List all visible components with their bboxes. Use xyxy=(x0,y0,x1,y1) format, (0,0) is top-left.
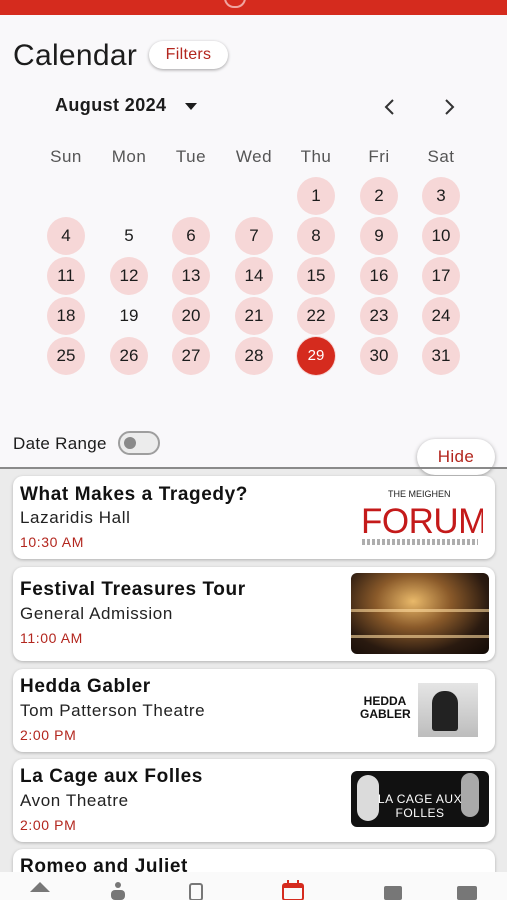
date-range-label: Date Range xyxy=(13,434,107,453)
event-title: Hedda Gabler xyxy=(20,676,151,697)
calendar-day[interactable]: 6 xyxy=(172,217,210,255)
event-venue: General Admission xyxy=(20,604,173,623)
top-app-bar xyxy=(0,0,507,15)
event-time: 2:00 PM xyxy=(20,727,77,743)
calendar-day[interactable]: 13 xyxy=(172,257,210,295)
event-card[interactable]: Hedda Gabler Tom Patterson Theatre 2:00 … xyxy=(13,669,495,752)
ticket-icon[interactable] xyxy=(184,880,208,900)
thumbnail-shelf xyxy=(351,609,489,612)
event-venue: Tom Patterson Theatre xyxy=(20,701,206,720)
toggle-knob xyxy=(124,437,136,449)
event-title: Festival Treasures Tour xyxy=(20,579,246,600)
event-time: 2:00 PM xyxy=(20,817,77,833)
calendar-day[interactable]: 10 xyxy=(422,217,460,255)
calendar-day[interactable]: 17 xyxy=(422,257,460,295)
weekday-mon: Mon xyxy=(111,147,147,166)
calendar-day[interactable]: 25 xyxy=(47,337,85,375)
calendar-day[interactable]: 27 xyxy=(172,337,210,375)
calendar-day[interactable]: 22 xyxy=(297,297,335,335)
event-venue: Lazaridis Hall xyxy=(20,508,131,527)
event-time: 11:00 AM xyxy=(20,630,83,646)
thumbnail-fine-print xyxy=(362,539,478,545)
thumbnail-title: LA CAGE AUX FOLLES xyxy=(377,792,463,820)
panel-divider xyxy=(0,467,507,469)
event-thumbnail: LA CAGE AUX FOLLES xyxy=(351,771,489,827)
event-time: 10:30 AM xyxy=(20,534,84,550)
event-card[interactable]: What Makes a Tragedy? Lazaridis Hall 10:… xyxy=(13,476,495,559)
calendar-day[interactable]: 20 xyxy=(172,297,210,335)
calendar-day[interactable]: 11 xyxy=(47,257,85,295)
weekday-thu: Thu xyxy=(300,147,332,166)
calendar-day[interactable]: 29 xyxy=(297,337,335,375)
calendar-day[interactable]: 4 xyxy=(47,217,85,255)
calendar-day[interactable]: 21 xyxy=(235,297,273,335)
weekday-fri: Fri xyxy=(368,147,390,166)
weekday-sat: Sat xyxy=(427,147,455,166)
calendar-day[interactable]: 30 xyxy=(360,337,398,375)
weekday-sun: Sun xyxy=(50,147,82,166)
event-thumbnail: THE MEIGHEN FORUM xyxy=(358,486,483,548)
filters-button[interactable]: Filters xyxy=(149,41,228,69)
calendar-day[interactable]: 9 xyxy=(360,217,398,255)
thumbnail-title: FORUM xyxy=(361,502,483,541)
calendar-day[interactable]: 3 xyxy=(422,177,460,215)
thumbnail-shelf xyxy=(351,635,489,638)
thumbnail-photo xyxy=(418,683,478,737)
calendar-day[interactable]: 8 xyxy=(297,217,335,255)
calendar-panel: Calendar Filters August 2024 Sun Mon Tue… xyxy=(0,15,507,475)
thumbnail-title: HEDDA GABLER xyxy=(360,694,411,721)
calendar-day[interactable]: 26 xyxy=(110,337,148,375)
event-card[interactable]: La Cage aux Folles Avon Theatre 2:00 PM … xyxy=(13,759,495,842)
calendar-day[interactable]: 14 xyxy=(235,257,273,295)
chevron-down-icon[interactable] xyxy=(185,103,197,110)
chevron-right-icon[interactable] xyxy=(437,95,461,119)
page-title: Calendar xyxy=(13,39,138,72)
calendar-day[interactable]: 1 xyxy=(297,177,335,215)
event-title: What Makes a Tragedy? xyxy=(20,484,249,505)
figure-silhouette xyxy=(432,691,458,731)
weekday-wed: Wed xyxy=(235,147,273,166)
info-icon[interactable] xyxy=(380,880,404,900)
calendar-day[interactable]: 7 xyxy=(235,217,273,255)
calendar-day[interactable]: 12 xyxy=(110,257,148,295)
event-card[interactable]: Festival Treasures Tour General Admissio… xyxy=(13,567,495,661)
event-thumbnail xyxy=(351,573,489,654)
chevron-left-icon[interactable] xyxy=(378,95,402,119)
home-icon[interactable] xyxy=(28,880,52,900)
calendar-day[interactable]: 28 xyxy=(235,337,273,375)
calendar-day[interactable]: 24 xyxy=(422,297,460,335)
date-range-toggle[interactable] xyxy=(118,431,160,455)
hide-button[interactable]: Hide xyxy=(417,439,495,475)
calendar-day[interactable]: 15 xyxy=(297,257,335,295)
month-label[interactable]: August 2024 xyxy=(55,95,166,116)
calendar-day[interactable]: 16 xyxy=(360,257,398,295)
weekday-tue: Tue xyxy=(175,147,207,166)
event-venue: Avon Theatre xyxy=(20,791,129,810)
calendar-day[interactable]: 18 xyxy=(47,297,85,335)
more-icon[interactable] xyxy=(455,880,479,900)
calendar-day[interactable]: 2 xyxy=(360,177,398,215)
calendar-day[interactable]: 5 xyxy=(110,217,148,255)
event-title: La Cage aux Folles xyxy=(20,766,203,787)
calendar-day[interactable]: 23 xyxy=(360,297,398,335)
bottom-navigation xyxy=(0,872,507,900)
event-thumbnail: HEDDA GABLER xyxy=(358,679,480,741)
logo-icon xyxy=(224,0,246,8)
calendar-day[interactable]: 31 xyxy=(422,337,460,375)
thumbnail-caption: THE MEIGHEN xyxy=(388,489,451,499)
person-icon[interactable] xyxy=(106,880,130,900)
calendar-icon[interactable] xyxy=(281,880,305,900)
calendar-day[interactable]: 19 xyxy=(110,297,148,335)
